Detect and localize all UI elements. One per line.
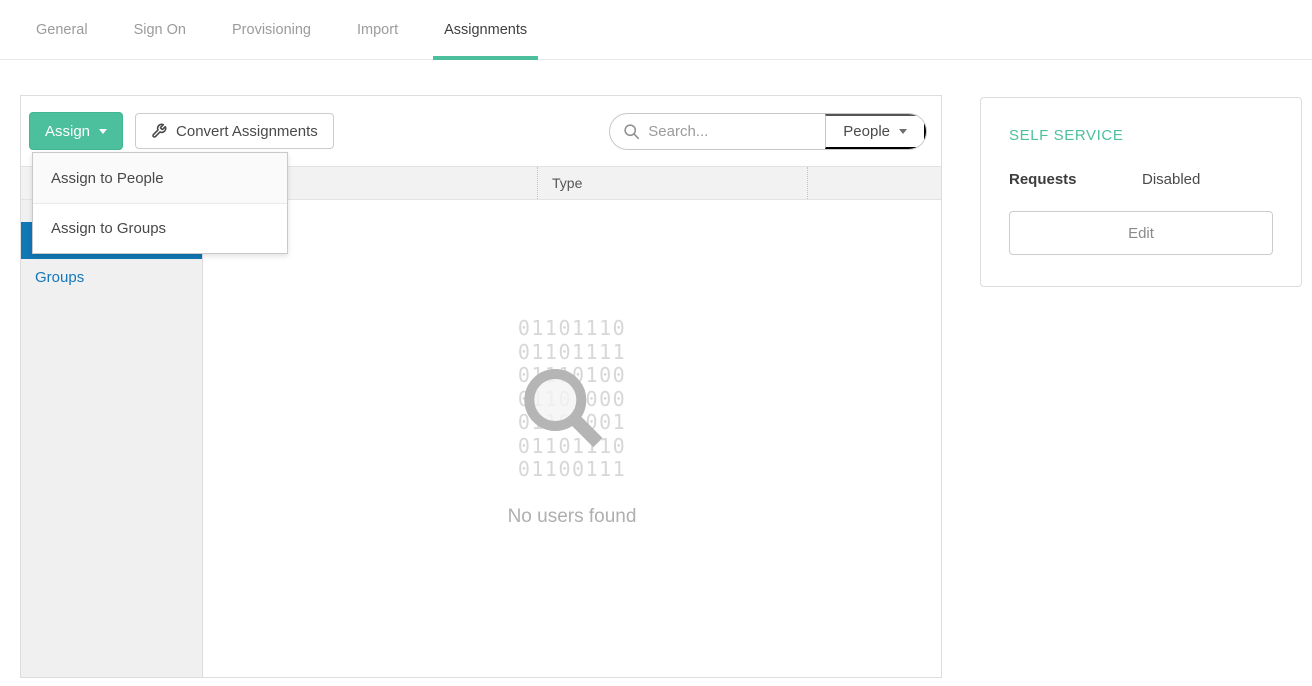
- assignments-content: Groups 01101110 01101111 01110100 011010…: [21, 200, 941, 677]
- tab-general[interactable]: General: [25, 0, 99, 60]
- chevron-down-icon: [99, 129, 107, 134]
- column-header-actions: [807, 167, 941, 199]
- assign-button-label: Assign: [45, 123, 90, 140]
- search-input[interactable]: [648, 123, 812, 140]
- column-header-type: Type: [537, 167, 807, 199]
- requests-status-value: Disabled: [1142, 171, 1200, 188]
- menu-item-assign-to-people[interactable]: Assign to People: [33, 153, 287, 203]
- binary-art: 01101110 01101111 01110100 01101000 0110…: [518, 317, 626, 482]
- search-icon: [623, 123, 640, 140]
- edit-self-service-button[interactable]: Edit: [1009, 211, 1273, 255]
- requests-row: Requests Disabled: [1009, 171, 1273, 188]
- chevron-down-icon: [899, 129, 907, 134]
- search-box: [610, 114, 825, 149]
- empty-state: 01101110 01101111 01110100 01101000 0110…: [203, 200, 941, 677]
- convert-assignments-button[interactable]: Convert Assignments: [135, 113, 334, 149]
- magnifier-icon: [516, 361, 612, 463]
- sidebar-item-groups[interactable]: Groups: [21, 259, 202, 296]
- tab-import[interactable]: Import: [346, 0, 409, 60]
- tab-assignments[interactable]: Assignments: [433, 0, 538, 60]
- search-group: People: [609, 113, 927, 150]
- tab-sign-on[interactable]: Sign On: [123, 0, 197, 60]
- assign-dropdown-menu: Assign to People Assign to Groups: [32, 152, 288, 254]
- binary-line: 01101110: [518, 317, 626, 341]
- requests-label: Requests: [1009, 171, 1142, 188]
- self-service-title: SELF SERVICE: [1009, 127, 1273, 144]
- convert-assignments-label: Convert Assignments: [176, 123, 318, 140]
- assign-button[interactable]: Assign: [29, 112, 123, 150]
- assignment-filter-sidebar: Groups: [21, 200, 203, 677]
- search-scope-dropdown[interactable]: People: [825, 114, 926, 149]
- empty-state-message: No users found: [508, 506, 637, 528]
- tab-provisioning[interactable]: Provisioning: [221, 0, 322, 60]
- app-tabs-bar: General Sign On Provisioning Import Assi…: [0, 0, 1312, 60]
- self-service-panel: SELF SERVICE Requests Disabled Edit: [980, 97, 1302, 287]
- menu-item-assign-to-groups[interactable]: Assign to Groups: [33, 203, 287, 253]
- search-scope-label: People: [843, 123, 890, 140]
- wrench-icon: [151, 123, 167, 139]
